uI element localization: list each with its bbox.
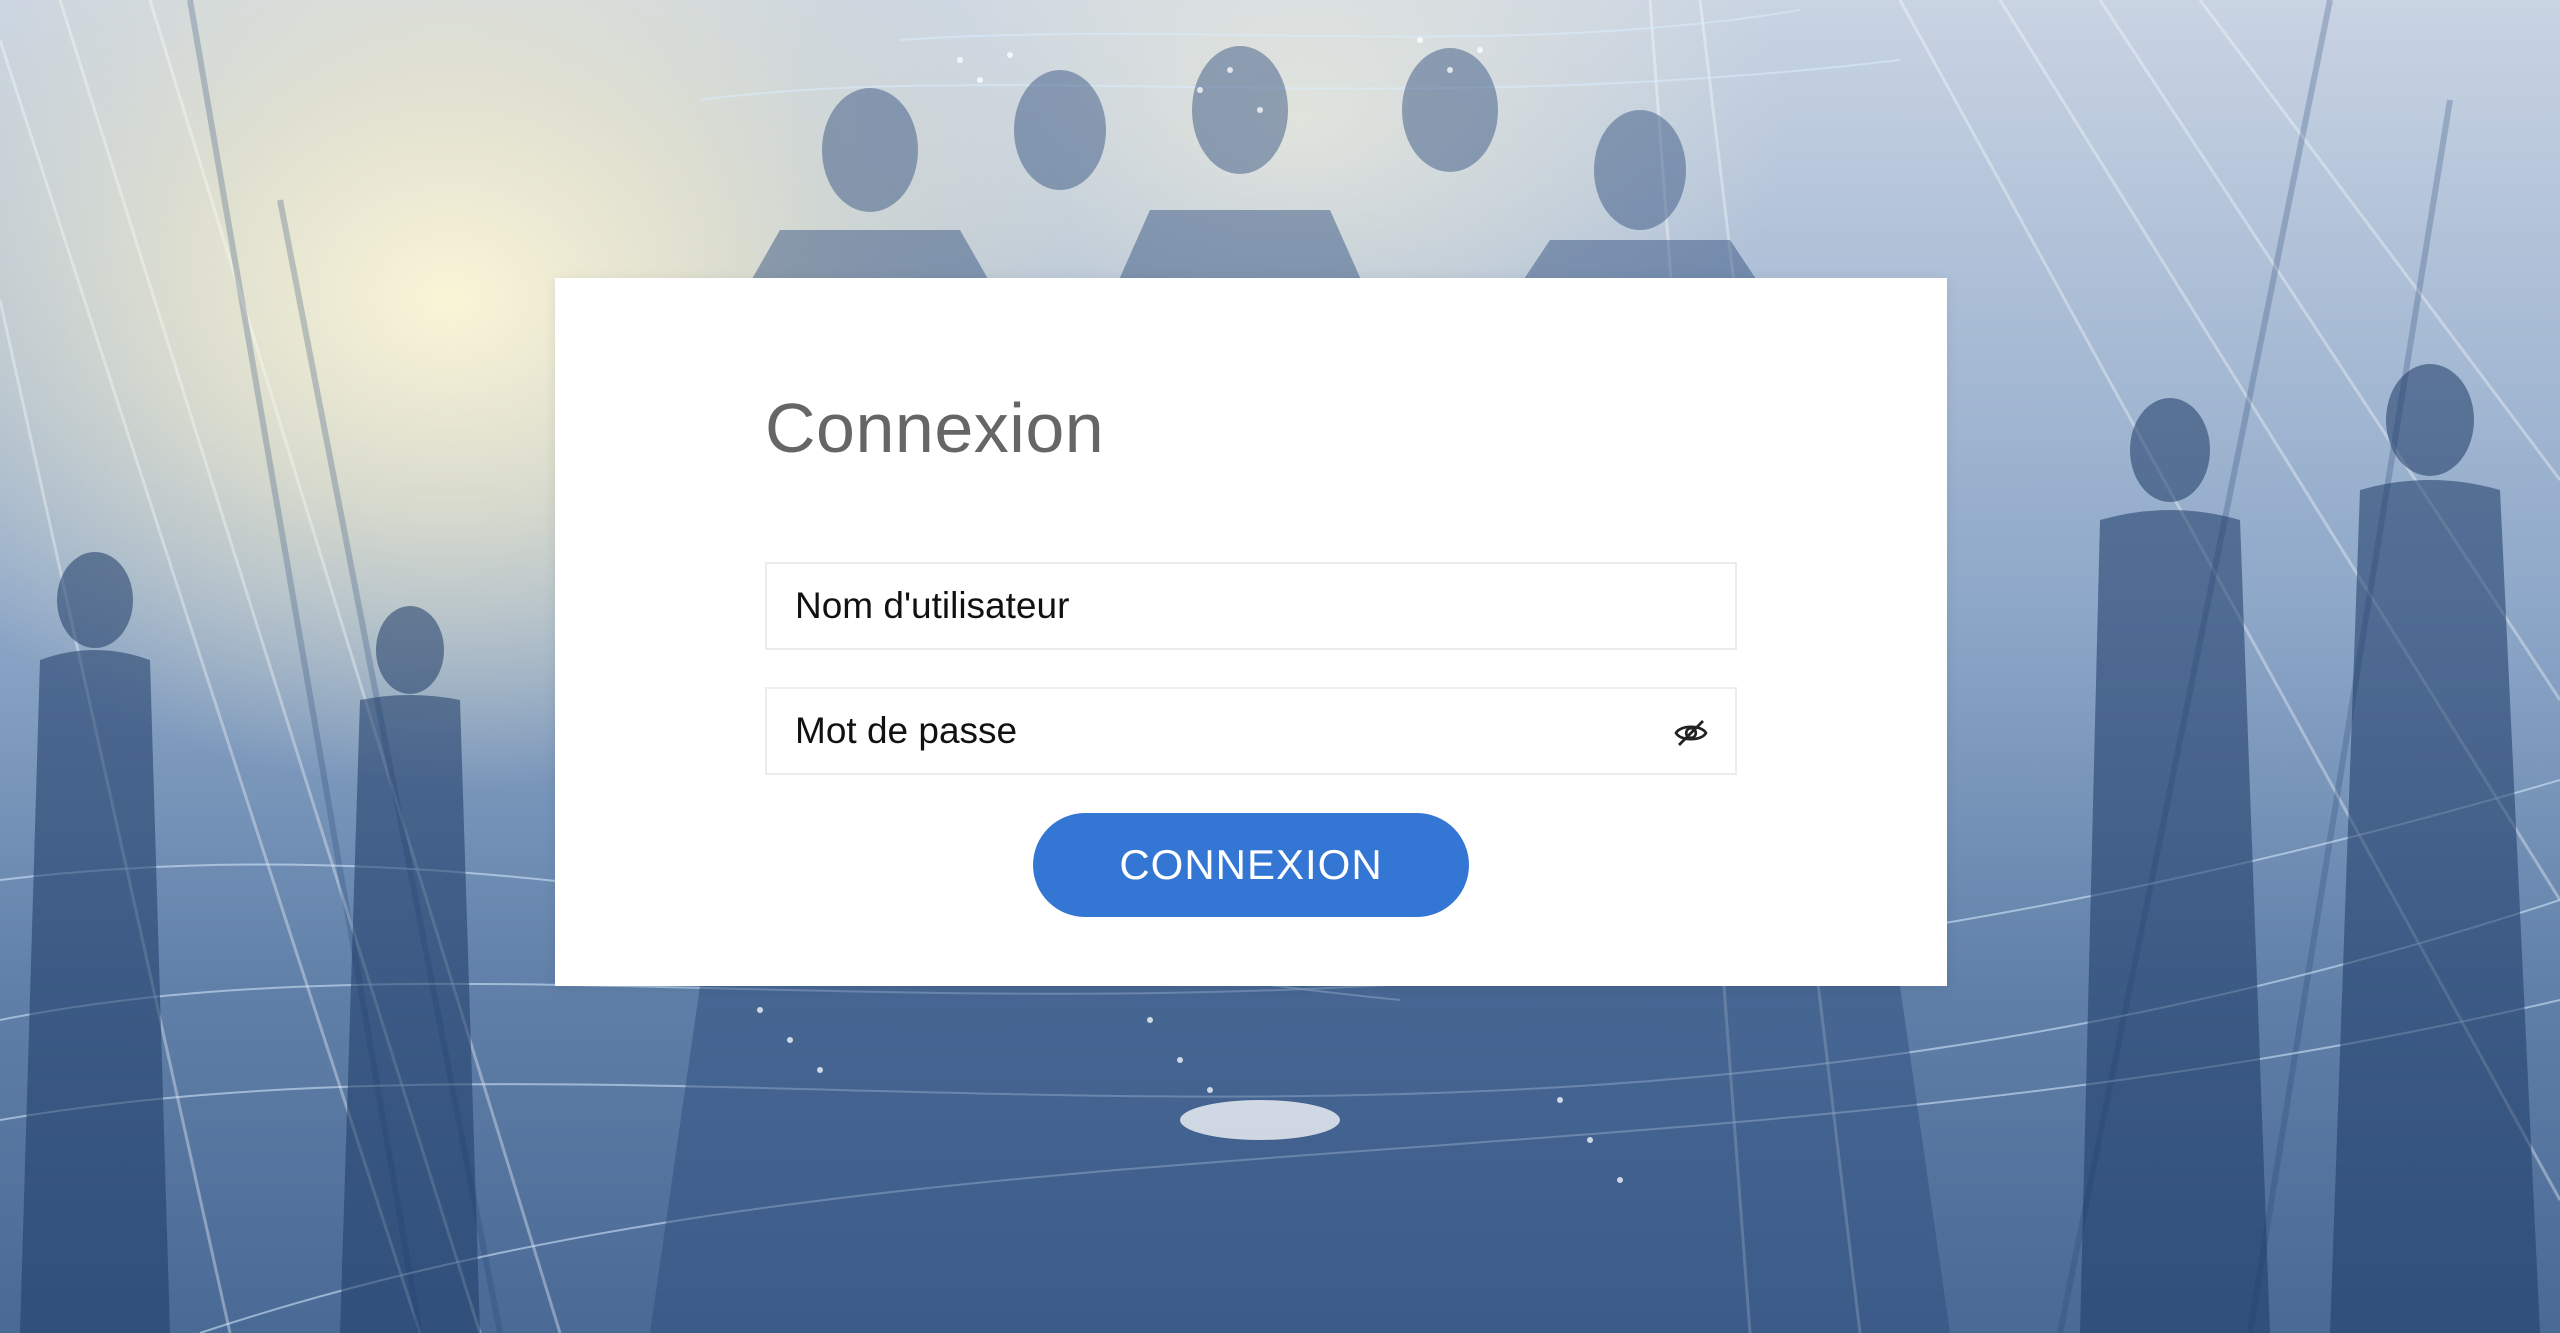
eye-slash-icon[interactable]: [1673, 715, 1709, 751]
password-input[interactable]: [767, 689, 1735, 773]
login-page: Connexion CONNEXION: [0, 0, 2560, 1333]
login-card: Connexion CONNEXION: [555, 278, 1947, 986]
login-button[interactable]: CONNEXION: [1033, 813, 1469, 917]
login-title: Connexion: [765, 389, 1105, 467]
username-input[interactable]: [767, 564, 1735, 648]
username-field-container: [765, 562, 1737, 650]
password-field-container: [765, 687, 1737, 775]
